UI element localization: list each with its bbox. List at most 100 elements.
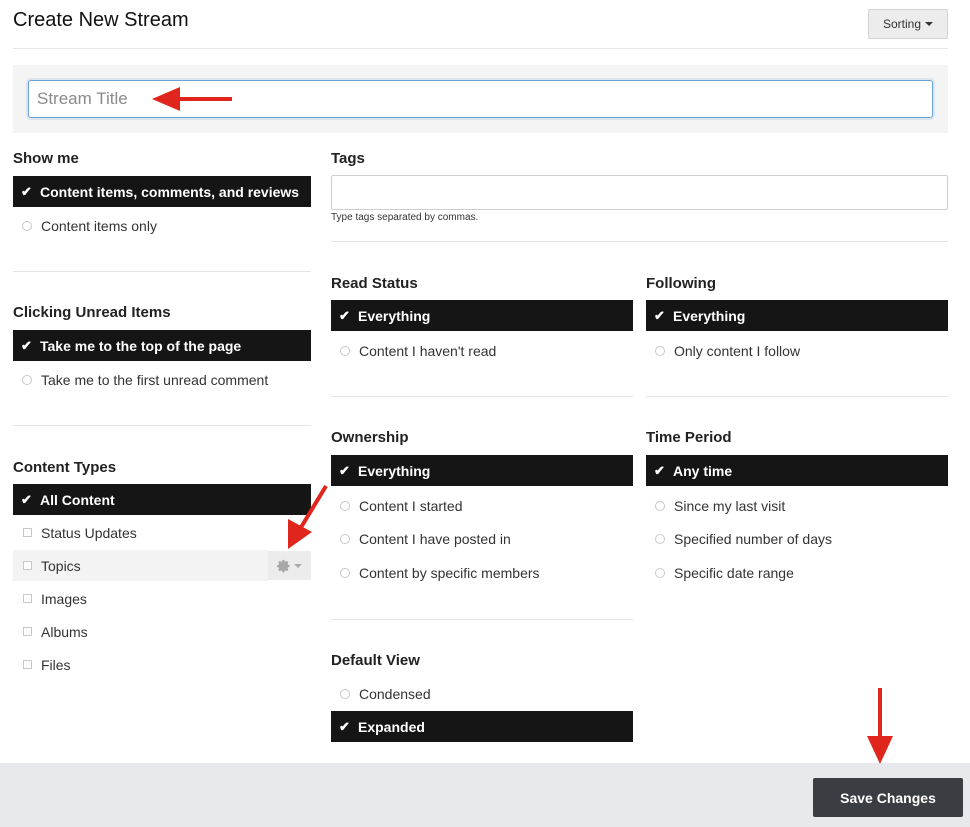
time-period-days[interactable]: Specified number of days [646, 523, 948, 554]
checkbox-icon [22, 627, 32, 636]
time-period-date-range[interactable]: Specific date range [646, 557, 948, 588]
read-status-everything[interactable]: ✔ Everything [331, 300, 633, 331]
topics-settings-button[interactable] [268, 551, 311, 580]
tags-input[interactable] [331, 175, 948, 210]
time-period-title: Time Period [646, 429, 732, 446]
option-label: Content items, comments, and reviews [40, 183, 300, 200]
checkbox-icon [22, 594, 32, 603]
radio-icon [655, 345, 665, 356]
option-label: Status Updates [41, 524, 137, 541]
radio-icon [340, 688, 350, 699]
checkmark-icon: ✔ [654, 462, 665, 478]
page-title: Create New Stream [13, 9, 189, 31]
content-type-status-updates[interactable]: Status Updates [13, 517, 311, 548]
radio-icon [655, 567, 665, 578]
caret-down-icon [925, 22, 934, 26]
option-label: Content items only [41, 217, 157, 234]
unread-option-top[interactable]: ✔ Take me to the top of the page [13, 330, 311, 361]
unread-option-first-unread[interactable]: Take me to the first unread comment [13, 364, 311, 395]
checkbox-icon [22, 528, 32, 537]
option-label: All Content [40, 491, 115, 508]
caret-down-icon [294, 563, 302, 568]
option-label: Condensed [359, 685, 431, 702]
ownership-started[interactable]: Content I started [331, 490, 633, 521]
content-type-files[interactable]: Files [13, 649, 311, 680]
option-label: Images [41, 590, 87, 607]
radio-icon [22, 220, 32, 231]
ownership-specific-members[interactable]: Content by specific members [331, 557, 633, 588]
option-label: Take me to the top of the page [40, 337, 242, 354]
option-label: Specified number of days [674, 530, 832, 547]
default-view-title: Default View [331, 652, 420, 669]
show-me-option-all[interactable]: ✔ Content items, comments, and reviews [13, 176, 311, 207]
red-arrow-annotation [867, 688, 893, 764]
option-label: Specific date range [674, 564, 794, 581]
checkmark-icon: ✔ [339, 462, 350, 478]
default-view-expanded[interactable]: ✔ Expanded [331, 711, 633, 742]
divider [331, 241, 948, 242]
radio-icon [340, 345, 350, 356]
option-label: Topics [41, 557, 81, 574]
content-type-images[interactable]: Images [13, 583, 311, 614]
tags-help-text: Type tags separated by commas. [331, 212, 479, 223]
checkmark-icon: ✔ [339, 307, 350, 323]
red-arrow-annotation [288, 484, 328, 549]
option-label: Files [41, 656, 71, 673]
checkmark-icon: ✔ [21, 183, 32, 199]
option-label: Everything [358, 307, 431, 324]
content-type-topics[interactable]: Topics [13, 550, 268, 581]
option-label: Everything [358, 462, 431, 479]
save-changes-button[interactable]: Save Changes [813, 778, 963, 817]
sorting-button[interactable]: Sorting [868, 9, 948, 39]
radio-icon [340, 533, 350, 544]
header-divider [13, 48, 948, 49]
content-types-title: Content Types [13, 459, 117, 476]
checkmark-icon: ✔ [654, 307, 665, 323]
divider [13, 271, 311, 272]
content-type-albums[interactable]: Albums [13, 616, 311, 647]
option-label: Since my last visit [674, 497, 786, 514]
following-title: Following [646, 275, 716, 292]
divider [331, 619, 633, 620]
ownership-posted-in[interactable]: Content I have posted in [331, 523, 633, 554]
option-label: Content by specific members [359, 564, 540, 581]
show-me-title: Show me [13, 150, 79, 167]
ownership-title: Ownership [331, 429, 409, 446]
clicking-unread-title: Clicking Unread Items [13, 304, 171, 321]
option-label: Everything [673, 307, 746, 324]
radio-icon [655, 500, 665, 511]
checkmark-icon: ✔ [21, 337, 32, 353]
option-label: Only content I follow [674, 342, 801, 359]
ownership-everything[interactable]: ✔ Everything [331, 455, 633, 486]
show-me-option-items-only[interactable]: Content items only [13, 210, 311, 241]
following-only-followed[interactable]: Only content I follow [646, 335, 948, 366]
checkmark-icon: ✔ [339, 718, 350, 734]
radio-icon [340, 567, 350, 578]
red-arrow-annotation [152, 87, 232, 111]
read-status-title: Read Status [331, 275, 418, 292]
content-type-all[interactable]: ✔ All Content [13, 484, 311, 515]
checkbox-icon [22, 561, 32, 570]
option-label: Content I started [359, 497, 463, 514]
radio-icon [22, 374, 32, 385]
following-everything[interactable]: ✔ Everything [646, 300, 948, 331]
read-status-unread[interactable]: Content I haven't read [331, 335, 633, 366]
option-label: Content I have posted in [359, 530, 511, 547]
gear-icon [277, 559, 290, 572]
divider [331, 396, 633, 397]
default-view-condensed[interactable]: Condensed [331, 678, 633, 709]
divider [13, 425, 311, 426]
time-period-any[interactable]: ✔ Any time [646, 455, 948, 486]
radio-icon [340, 500, 350, 511]
sorting-label: Sorting [882, 17, 922, 31]
time-period-last-visit[interactable]: Since my last visit [646, 490, 948, 521]
option-label: Expanded [358, 718, 425, 735]
checkbox-icon [22, 660, 32, 669]
option-label: Take me to the first unread comment [41, 371, 269, 388]
option-label: Content I haven't read [359, 342, 497, 359]
option-label: Albums [41, 623, 88, 640]
checkmark-icon: ✔ [21, 491, 32, 507]
tags-title: Tags [331, 150, 365, 167]
option-label: Any time [673, 462, 733, 479]
radio-icon [655, 533, 665, 544]
